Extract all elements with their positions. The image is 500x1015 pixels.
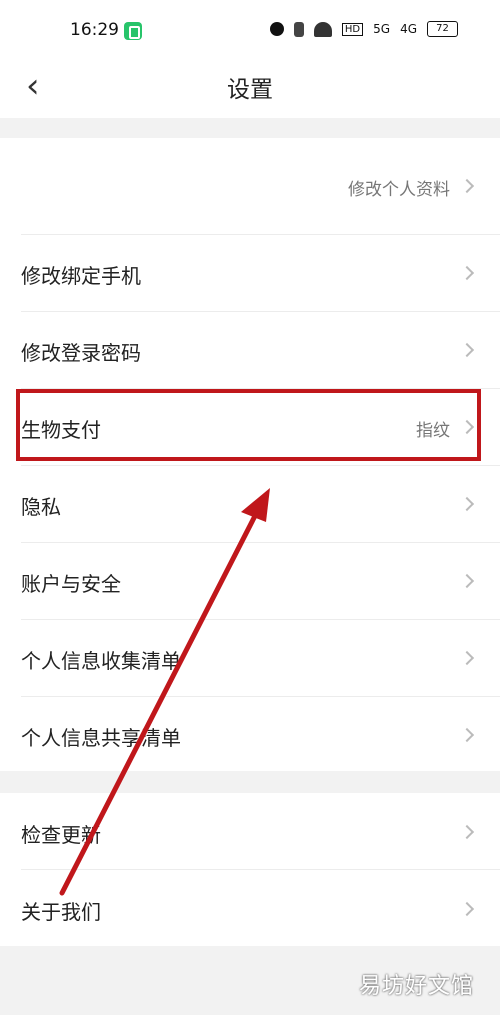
settings-item-info-sharing[interactable]: 个人信息共享清单 [0, 697, 500, 771]
settings-item-info-collection[interactable]: 个人信息收集清单 [0, 620, 500, 696]
settings-item-about-us[interactable]: 关于我们 [0, 870, 500, 946]
settings-item-label: 修改绑定手机 [21, 264, 141, 288]
watermark: 易坊好文馆 [358, 974, 474, 999]
nav-bar: ‹ 设置 [0, 60, 500, 118]
status-icons: HD 5G 4G 72 [269, 21, 458, 37]
settings-item-label: 检查更新 [21, 823, 101, 847]
chevron-right-icon [459, 901, 475, 917]
signal-5g-icon: 5G [373, 22, 391, 36]
battery-icon: 72 [427, 21, 458, 37]
settings-item-label: 账户与安全 [21, 572, 121, 596]
settings-item-bind-phone[interactable]: 修改绑定手机 [0, 235, 500, 311]
settings-item-account-security[interactable]: 账户与安全 [0, 543, 500, 619]
settings-item-label: 修改登录密码 [21, 341, 141, 365]
wifi-icon [313, 21, 332, 37]
hd-icon: HD [341, 22, 364, 36]
edit-profile-row[interactable]: 修改个人资料 [0, 138, 500, 234]
chevron-right-icon [459, 824, 475, 840]
highlight-box [16, 389, 481, 461]
chevron-right-icon [459, 265, 475, 281]
section-gap [0, 118, 500, 138]
settings-item-label: 个人信息收集清单 [21, 649, 181, 673]
page-title: 设置 [227, 77, 273, 103]
settings-item-login-password[interactable]: 修改登录密码 [0, 312, 500, 388]
settings-item-privacy[interactable]: 隐私 [0, 466, 500, 542]
phone-call-icon [124, 22, 142, 40]
chevron-right-icon [459, 727, 475, 743]
edit-profile-label: 修改个人资料 [348, 180, 450, 200]
chevron-right-icon [459, 573, 475, 589]
settings-item-label: 隐私 [21, 495, 61, 519]
chevron-right-icon [459, 496, 475, 512]
bluetooth-icon [293, 21, 304, 37]
chevron-right-icon [459, 178, 475, 194]
alarm-icon [269, 22, 284, 36]
chevron-right-icon [459, 342, 475, 358]
signal-4g-icon: 4G [400, 22, 417, 36]
settings-item-label: 个人信息共享清单 [21, 726, 181, 750]
chevron-right-icon [459, 650, 475, 666]
settings-item-label: 关于我们 [21, 900, 101, 924]
status-time: 16:29 [70, 20, 119, 40]
about-card: 检查更新 关于我们 [0, 793, 500, 946]
settings-item-check-update[interactable]: 检查更新 [0, 793, 500, 869]
status-bar: 16:29 HD 5G 4G 72 [0, 0, 500, 60]
